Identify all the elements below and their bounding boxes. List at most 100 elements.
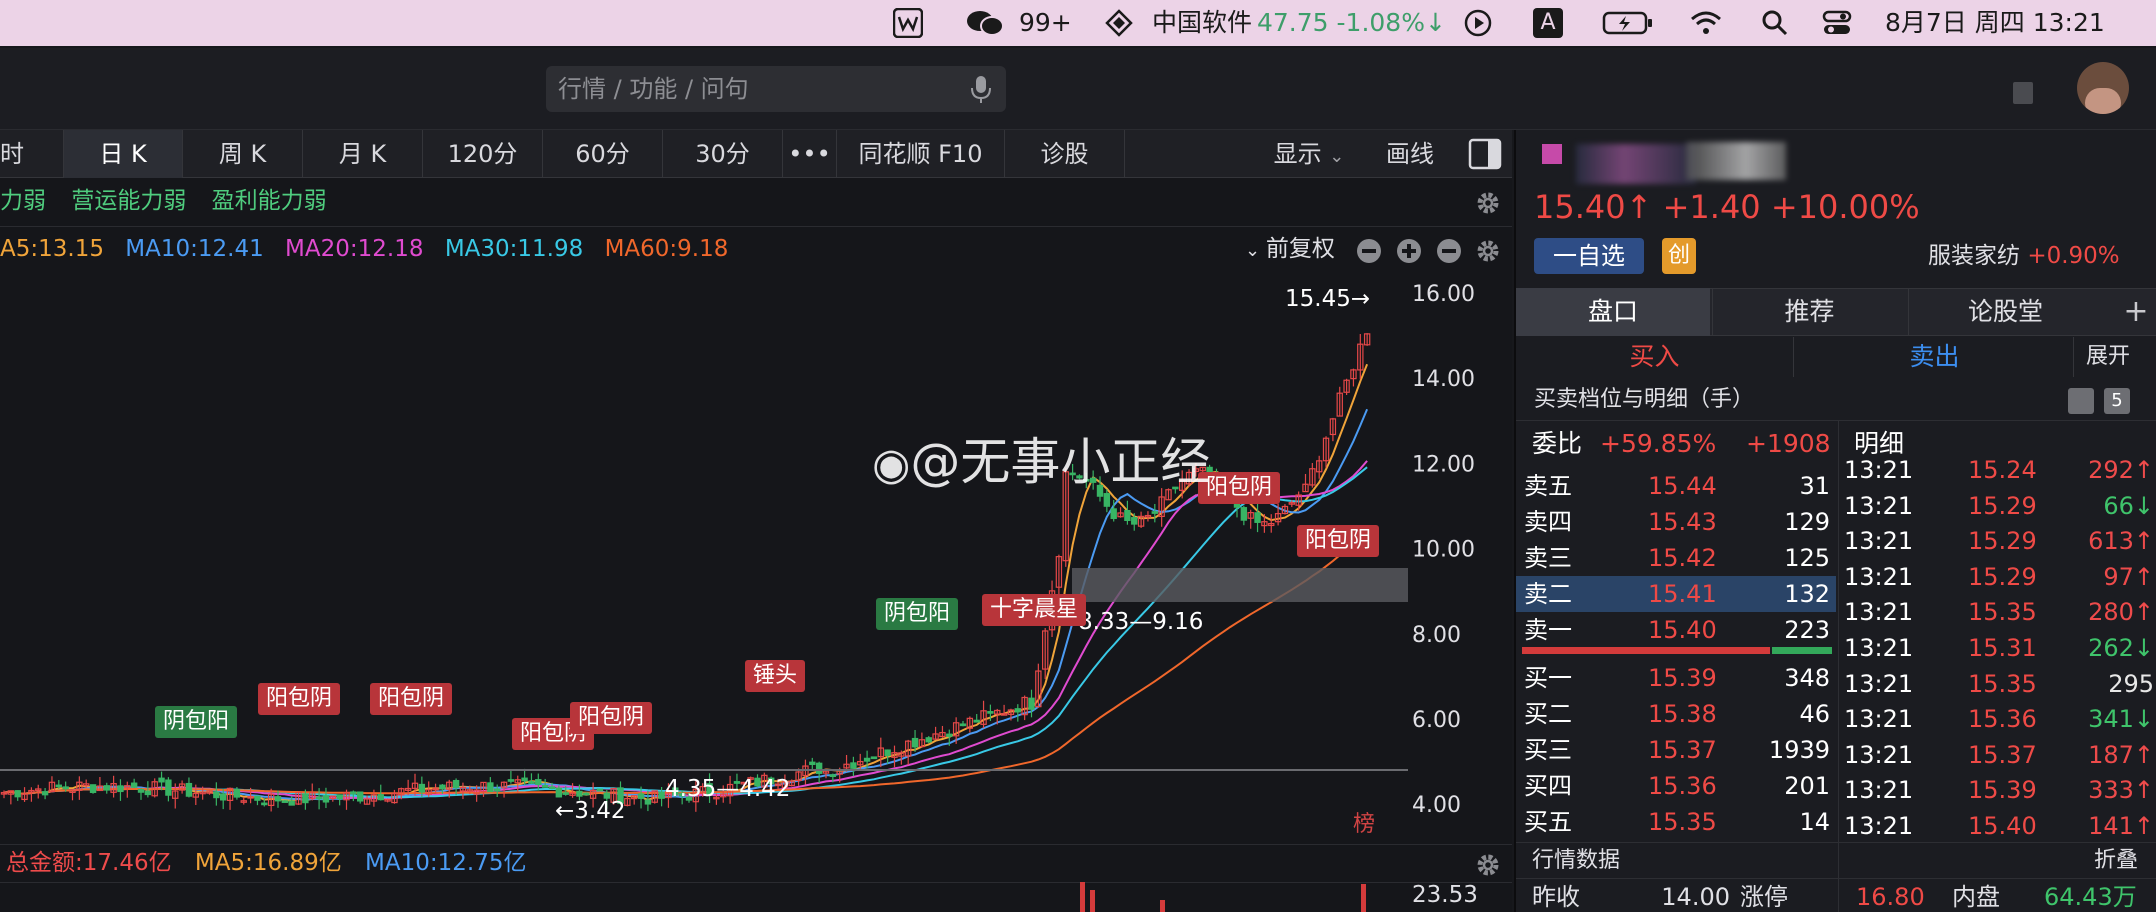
- tab-recommend[interactable]: 推荐: [1712, 288, 1906, 336]
- display-dropdown[interactable]: 显示 ⌄: [1262, 130, 1356, 178]
- tab-30min[interactable]: 30分: [663, 130, 783, 178]
- zoom-out-icon[interactable]: [1356, 238, 1382, 264]
- tab-monthly-k[interactable]: 月 K: [303, 130, 423, 178]
- wechat-icon[interactable]: [965, 8, 1005, 38]
- chevron-down-icon: ⌄: [1329, 146, 1345, 167]
- prev-close-label: 昨收: [1532, 883, 1580, 911]
- window-icon[interactable]: [2013, 82, 2033, 104]
- more-periods-button[interactable]: •••: [783, 130, 837, 178]
- bid-level-row[interactable]: 买三 15.37 1939: [1516, 732, 1836, 768]
- tab-60min[interactable]: 60分: [543, 130, 663, 178]
- pattern-label[interactable]: 十字晨星: [982, 594, 1087, 626]
- avatar[interactable]: [2077, 62, 2129, 114]
- volume-total: 总金额:17.46亿: [6, 850, 172, 876]
- candle-body: [959, 723, 967, 727]
- minimize-chart-icon[interactable]: [1436, 238, 1462, 264]
- tick-row[interactable]: 13:21 15.39 333↑: [1844, 772, 2156, 808]
- level-count-badge[interactable]: 5: [2104, 388, 2130, 414]
- price-axis-label: 16.00: [1412, 282, 1475, 307]
- weibo-icon: ◉: [872, 439, 911, 490]
- wifi-icon[interactable]: [1689, 8, 1723, 38]
- menubar-datetime[interactable]: 8月7日 周四 13:21: [1885, 0, 2105, 46]
- tick-row[interactable]: 13:21 15.29 66↓: [1844, 488, 2156, 524]
- ask-level-row[interactable]: 卖三 15.42 125: [1516, 540, 1836, 576]
- tab-f10[interactable]: 同花顺 F10: [837, 130, 1005, 178]
- tab-weekly-k[interactable]: 周 K: [183, 130, 303, 178]
- candle-body: [261, 802, 268, 806]
- rank-badge[interactable]: 榜: [1349, 810, 1379, 840]
- level-label: 卖三: [1524, 544, 1572, 572]
- level2-icon[interactable]: [2068, 388, 2094, 414]
- tab-diagnose[interactable]: 诊股: [1005, 130, 1125, 178]
- add-tab-icon[interactable]: +: [2116, 288, 2156, 336]
- industry-info[interactable]: 服装家纺 +0.90%: [1928, 238, 2120, 274]
- bid-level-row[interactable]: 买一 15.39 348: [1516, 660, 1836, 696]
- tick-row[interactable]: 13:21 15.37 187↑: [1844, 737, 2156, 773]
- tick-row[interactable]: 13:21 15.29 97↑: [1844, 559, 2156, 595]
- tab-forum[interactable]: 论股堂: [1908, 288, 2102, 336]
- add-watchlist-button[interactable]: 一自选: [1534, 238, 1644, 274]
- search-input[interactable]: 行情 / 功能 / 问句: [558, 66, 749, 112]
- adjust-dropdown[interactable]: ⌄ 前复权: [1245, 230, 1335, 268]
- pattern-label[interactable]: 阴包阳: [876, 598, 959, 630]
- tick-row[interactable]: 13:21 15.35 280↑: [1844, 594, 2156, 630]
- tag-weak[interactable]: 力弱: [0, 188, 46, 214]
- notification-count[interactable]: 99+: [1019, 0, 1072, 46]
- tick-row[interactable]: 13:21 15.31 262↓: [1844, 630, 2156, 666]
- collapse-button[interactable]: 折叠: [2094, 844, 2138, 878]
- tab-daily-k[interactable]: 日 K: [64, 130, 183, 178]
- ask-level-row[interactable]: 卖五 15.44 31: [1516, 468, 1836, 504]
- ask-level-row[interactable]: 卖四 15.43 129: [1516, 504, 1836, 540]
- buy-button[interactable]: 买入: [1516, 337, 1794, 377]
- pattern-label[interactable]: 阳包阴: [258, 683, 341, 715]
- bid-level-row[interactable]: 买五 15.35 14: [1516, 804, 1836, 840]
- sell-button[interactable]: 卖出: [1796, 337, 2074, 377]
- pattern-label[interactable]: 阴包阳: [155, 706, 238, 738]
- tag-profit-weak[interactable]: 盈利能力弱: [212, 188, 327, 214]
- tick-row[interactable]: 13:21 15.24 292↑: [1844, 452, 2156, 488]
- control-center-icon[interactable]: [1822, 8, 1852, 38]
- tag-operation-weak[interactable]: 营运能力弱: [71, 188, 186, 214]
- search-box[interactable]: 行情 / 功能 / 问句: [546, 66, 1006, 112]
- draw-line-button[interactable]: 画线: [1368, 130, 1452, 178]
- tick-row[interactable]: 13:21 15.35 295: [1844, 666, 2156, 702]
- menubar-stock-name[interactable]: 中国软件: [1152, 0, 1252, 46]
- bid-level-row[interactable]: 买四 15.36 201: [1516, 768, 1836, 804]
- pattern-label[interactable]: 锤头: [745, 660, 806, 692]
- ma-legend: A5:13.15 MA10:12.41 MA20:12.18 MA30:11.9…: [0, 230, 728, 268]
- tick-row[interactable]: 13:21 15.29 613↑: [1844, 523, 2156, 559]
- tick-time: 13:21: [1844, 776, 1914, 805]
- menubar-stock-quote[interactable]: 47.75 -1.08%↓: [1257, 0, 1446, 46]
- volume-settings-gear-icon[interactable]: [1475, 852, 1501, 878]
- weibi-diff: +1908: [1746, 429, 1831, 458]
- pattern-label[interactable]: 阳包阴: [370, 683, 453, 715]
- battery-icon[interactable]: [1602, 8, 1654, 38]
- tab-120min[interactable]: 120分: [423, 130, 543, 178]
- candle-body: [288, 800, 295, 806]
- pattern-label[interactable]: 阳包阴: [570, 702, 653, 734]
- tick-price: 15.29: [1968, 527, 2037, 556]
- zoom-in-icon[interactable]: [1396, 238, 1422, 264]
- panel-toggle-icon[interactable]: [1468, 138, 1502, 170]
- input-method-badge[interactable]: A: [1533, 8, 1563, 38]
- tab-order-book[interactable]: 盘口: [1516, 288, 1710, 336]
- ask-level-row[interactable]: 卖一 15.40 223: [1516, 612, 1836, 648]
- ask-level-row[interactable]: 卖二 15.41 132: [1516, 576, 1836, 612]
- tick-row[interactable]: 13:21 15.40 141↑: [1844, 808, 2156, 844]
- ma5-label: A5:13.15: [0, 236, 104, 262]
- stock-color-marker: [1542, 144, 1562, 164]
- tick-row[interactable]: 13:21 15.36 341↓: [1844, 701, 2156, 737]
- tonghuashun-icon[interactable]: [1104, 8, 1134, 38]
- expand-button[interactable]: 展开: [2086, 337, 2130, 377]
- play-icon[interactable]: [1463, 8, 1493, 38]
- ma-settings-gear-icon[interactable]: [1475, 238, 1501, 264]
- level-price: 15.36: [1648, 772, 1717, 800]
- gear-icon[interactable]: [1475, 190, 1501, 216]
- pattern-label[interactable]: 阳包阴: [1297, 525, 1380, 557]
- wps-icon[interactable]: [893, 8, 923, 38]
- tab-intraday[interactable]: 时: [0, 130, 64, 178]
- bid-level-row[interactable]: 买二 15.38 46: [1516, 696, 1836, 732]
- spotlight-search-icon[interactable]: [1760, 8, 1790, 38]
- tick-price: 15.29: [1968, 491, 2037, 520]
- microphone-icon[interactable]: [970, 74, 992, 104]
